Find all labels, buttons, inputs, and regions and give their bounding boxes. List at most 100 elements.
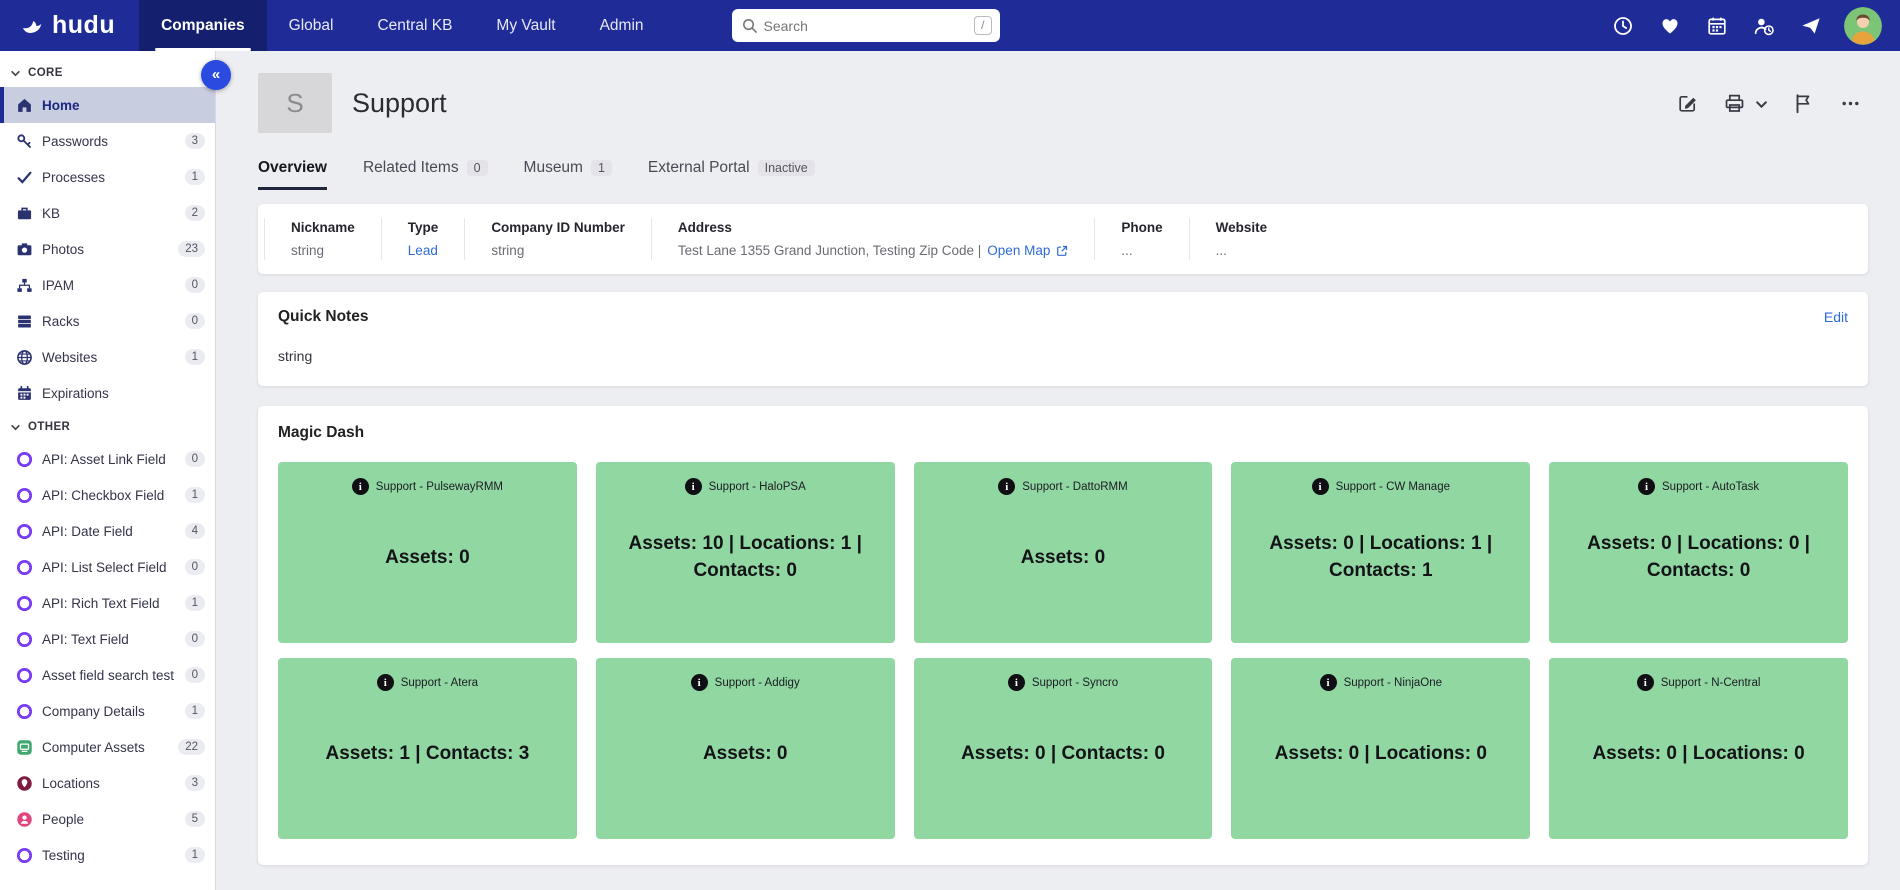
magic-dash-card: Magic Dash i Support - PulsewayRMM Asset… xyxy=(258,406,1868,865)
magic-dash-tile-value: Assets: 0 | Locations: 0 xyxy=(1584,691,1812,827)
nav-item-global[interactable]: Global xyxy=(267,0,356,51)
ring-icon xyxy=(16,703,33,720)
company-avatar: S xyxy=(258,73,332,133)
sidebar-item-label: Locations xyxy=(42,776,176,791)
sidebar-item-processes[interactable]: Processes 1 xyxy=(0,159,215,195)
ring-icon xyxy=(16,523,33,540)
sidebar-item-api-rich-text-field[interactable]: API: Rich Text Field 1 xyxy=(0,585,215,621)
info-field-value: string xyxy=(491,243,524,258)
sidebar: CORE Home Passwords 3 Processes 1 KB xyxy=(0,51,216,890)
check-icon xyxy=(16,169,33,186)
sidebar-item-people[interactable]: People 5 xyxy=(0,801,215,837)
info-field-value: ... xyxy=(1121,243,1132,258)
sidebar-core-header[interactable]: CORE xyxy=(0,57,215,87)
sidebar-other-list: API: Asset Link Field 0 API: Checkbox Fi… xyxy=(0,441,215,873)
more-icon[interactable] xyxy=(1839,92,1862,115)
sidebar-item-api-asset-link-field[interactable]: API: Asset Link Field 0 xyxy=(0,441,215,477)
info-icon: i xyxy=(377,674,394,691)
tab-badge: 0 xyxy=(467,160,488,176)
sidebar-item-label: API: Asset Link Field xyxy=(42,452,176,467)
sidebar-item-kb[interactable]: KB 2 xyxy=(0,195,215,231)
magic-dash-tile-support-halopsa[interactable]: i Support - HaloPSA Assets: 10 | Locatio… xyxy=(596,462,895,643)
magic-dash-tile-value: Assets: 0 | Locations: 0 | Contacts: 0 xyxy=(1559,495,1838,631)
magic-dash-tile-support-autotask[interactable]: i Support - AutoTask Assets: 0 | Locatio… xyxy=(1549,462,1848,643)
info-field-address: Address Test Lane 1355 Grand Junction, T… xyxy=(651,218,1095,260)
ring-icon xyxy=(16,631,33,648)
send-icon[interactable] xyxy=(1800,15,1822,37)
clock-icon[interactable] xyxy=(1612,15,1634,37)
count-badge: 0 xyxy=(185,313,205,329)
magic-dash-tile-support-n-central[interactable]: i Support - N-Central Assets: 0 | Locati… xyxy=(1549,658,1848,839)
magic-dash-grid: i Support - PulsewayRMM Assets: 0 i Supp… xyxy=(278,462,1848,839)
hudu-logo[interactable]: hudu xyxy=(0,0,139,51)
sidebar-collapse-button[interactable]: « xyxy=(201,60,231,90)
magic-dash-tile-support-cw-manage[interactable]: i Support - CW Manage Assets: 0 | Locati… xyxy=(1231,462,1530,643)
sidebar-item-company-details[interactable]: Company Details 1 xyxy=(0,693,215,729)
search-input[interactable] xyxy=(732,9,1000,42)
nav-item-central-kb[interactable]: Central KB xyxy=(355,0,474,51)
hudu-bird-icon xyxy=(20,14,44,38)
magic-dash-tile-support-addigy[interactable]: i Support - Addigy Assets: 0 xyxy=(596,658,895,839)
magic-dash-tile-support-pulsewayrmm[interactable]: i Support - PulsewayRMM Assets: 0 xyxy=(278,462,577,643)
chevron-down-icon[interactable] xyxy=(1755,92,1768,115)
user-clock-icon[interactable] xyxy=(1753,15,1775,37)
chevron-down-icon xyxy=(10,422,21,433)
ring-icon xyxy=(16,451,33,468)
nav-item-companies[interactable]: Companies xyxy=(139,0,267,51)
sidebar-item-computer-assets[interactable]: Computer Assets 22 xyxy=(0,729,215,765)
header-actions xyxy=(1676,92,1868,115)
info-icon: i xyxy=(1312,478,1329,495)
sidebar-item-api-date-field[interactable]: API: Date Field 4 xyxy=(0,513,215,549)
sidebar-item-api-list-select-field[interactable]: API: List Select Field 0 xyxy=(0,549,215,585)
sidebar-item-api-text-field[interactable]: API: Text Field 0 xyxy=(0,621,215,657)
tab-related-items[interactable]: Related Items 0 xyxy=(363,159,488,190)
user-avatar[interactable] xyxy=(1844,7,1882,45)
sidebar-item-ipam[interactable]: IPAM 0 xyxy=(0,267,215,303)
info-icon: i xyxy=(1638,478,1655,495)
info-field-company-id-number: Company ID Number string xyxy=(464,218,651,260)
print-icon[interactable] xyxy=(1723,92,1746,115)
sidebar-item-label: Computer Assets xyxy=(42,740,169,755)
sidebar-other-header[interactable]: OTHER xyxy=(0,411,215,441)
tab-museum[interactable]: Museum 1 xyxy=(524,159,612,190)
heart-icon[interactable] xyxy=(1659,15,1681,37)
sidebar-core-list: Home Passwords 3 Processes 1 KB 2 Photo xyxy=(0,87,215,411)
tab-label: Related Items xyxy=(363,159,459,177)
magic-dash-tile-support-atera[interactable]: i Support - Atera Assets: 1 | Contacts: … xyxy=(278,658,577,839)
count-badge: 2 xyxy=(185,205,205,221)
sidebar-item-expirations[interactable]: Expirations xyxy=(0,375,215,411)
home-icon xyxy=(16,97,33,114)
briefcase-icon xyxy=(16,205,33,222)
sidebar-item-home[interactable]: Home xyxy=(0,87,215,123)
sidebar-item-racks[interactable]: Racks 0 xyxy=(0,303,215,339)
count-badge: 0 xyxy=(185,451,205,467)
sidebar-item-asset-field-search-test[interactable]: Asset field search test 0 xyxy=(0,657,215,693)
sidebar-item-api-checkbox-field[interactable]: API: Checkbox Field 1 xyxy=(0,477,215,513)
edit-icon[interactable] xyxy=(1676,92,1699,115)
tab-overview[interactable]: Overview xyxy=(258,159,327,190)
count-badge: 3 xyxy=(185,133,205,149)
info-icon: i xyxy=(1320,674,1337,691)
person-icon xyxy=(16,811,33,828)
ring-icon xyxy=(16,667,33,684)
nav-item-my-vault[interactable]: My Vault xyxy=(474,0,577,51)
magic-dash-tile-support-dattormm[interactable]: i Support - DattoRMM Assets: 0 xyxy=(914,462,1213,643)
nav-item-admin[interactable]: Admin xyxy=(578,0,666,51)
sidebar-item-testing[interactable]: Testing 1 xyxy=(0,837,215,873)
count-badge: 5 xyxy=(185,811,205,827)
calendar-grid-icon[interactable] xyxy=(1706,15,1728,37)
sidebar-item-websites[interactable]: Websites 1 xyxy=(0,339,215,375)
sidebar-item-locations[interactable]: Locations 3 xyxy=(0,765,215,801)
open-map-link[interactable]: Open Map xyxy=(987,243,1050,258)
sidebar-item-passwords[interactable]: Passwords 3 xyxy=(0,123,215,159)
calendar-icon xyxy=(16,385,33,402)
nav-item-label: Central KB xyxy=(377,17,452,35)
main-content: S Support Overview Related Items 0 Museu… xyxy=(216,51,1900,883)
sidebar-item-photos[interactable]: Photos 23 xyxy=(0,231,215,267)
flag-icon[interactable] xyxy=(1792,92,1815,115)
magic-dash-tile-support-ninjaone[interactable]: i Support - NinjaOne Assets: 0 | Locatio… xyxy=(1231,658,1530,839)
sidebar-item-label: Websites xyxy=(42,350,176,365)
magic-dash-tile-support-syncro[interactable]: i Support - Syncro Assets: 0 | Contacts:… xyxy=(914,658,1213,839)
quick-notes-edit-link[interactable]: Edit xyxy=(1824,309,1848,325)
tab-external-portal[interactable]: External Portal Inactive xyxy=(648,159,815,190)
